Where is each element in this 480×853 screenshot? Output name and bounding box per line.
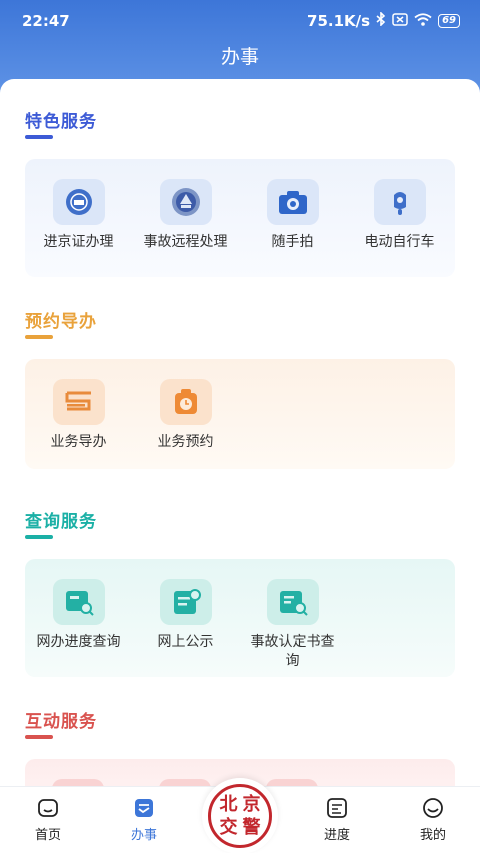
public-notice-icon: [159, 579, 212, 625]
appointment-card: 业务导办 业务预约: [25, 359, 455, 469]
home-icon: [37, 797, 59, 819]
nav-mine[interactable]: 我的: [398, 795, 468, 843]
interactive-section-title: 互动服务: [25, 712, 97, 732]
nav-mine-label: 我的: [419, 828, 446, 843]
seal-char: 警: [242, 816, 261, 838]
seal-emblem: 北 京 交 警: [208, 784, 272, 848]
wifi-icon: [414, 12, 432, 30]
status-time: 22:47: [22, 12, 70, 30]
page-title: 办事: [220, 46, 259, 68]
service-content: 特色服务 进京证办理 事故远程处理 随手拍 电动自行车 预约导办 业务导办 业务…: [0, 79, 480, 786]
service-item-label: 电动自行车: [364, 234, 435, 250]
service-item-public-notice[interactable]: 网上公示: [132, 579, 239, 652]
service-item-label: 业务导办: [50, 434, 107, 450]
bluetooth-icon: [376, 11, 386, 30]
appointment-section-title: 预约导办: [25, 312, 97, 332]
status-indicators: 75.1K/s 69: [307, 11, 460, 30]
service-item-label: 网办进度查询: [36, 634, 121, 650]
interactive-underline: [25, 735, 53, 739]
service-icon: [133, 797, 155, 819]
guide-icon: [52, 379, 105, 425]
service-item-label: 网上公示: [157, 634, 214, 650]
status-bar: 22:47 75.1K/s 69: [0, 0, 480, 42]
progress-search-icon: [52, 579, 105, 625]
query-section-title: 查询服务: [25, 512, 97, 532]
service-item-label: 随手拍: [271, 234, 314, 250]
service-item-snapshot[interactable]: 随手拍: [239, 179, 346, 252]
police-emblem-icon: [159, 179, 212, 225]
interactive-item-icon-partial[interactable]: [266, 779, 318, 786]
progress-icon: [326, 797, 348, 819]
seal-char: 北: [219, 793, 238, 815]
nav-home-label: 首页: [34, 828, 61, 843]
clock-box-icon: [159, 379, 212, 425]
featured-section-title: 特色服务: [25, 112, 97, 132]
service-item-label: 事故认定书查询: [250, 634, 335, 669]
query-underline: [25, 535, 53, 539]
service-item-label: 业务预约: [157, 434, 214, 450]
beijing-traffic-police-seal[interactable]: 北 京 交 警: [202, 778, 278, 853]
service-item-guide[interactable]: 业务导办: [25, 379, 132, 452]
badge-icon: [52, 179, 105, 225]
featured-card: 进京证办理 事故远程处理 随手拍 电动自行车: [25, 159, 455, 277]
interactive-item-icon-partial[interactable]: [52, 779, 104, 786]
interactive-item-icon-partial[interactable]: [159, 779, 211, 786]
featured-underline: [25, 135, 53, 139]
document-search-icon: [266, 579, 319, 625]
nav-home[interactable]: 首页: [13, 795, 83, 843]
battery-indicator: 69: [438, 14, 460, 28]
service-item-label: 进京证办理: [43, 234, 114, 250]
nav-progress[interactable]: 进度: [302, 795, 372, 843]
profile-icon: [422, 797, 444, 819]
service-item-progress-query[interactable]: 网办进度查询: [25, 579, 132, 652]
query-card: 网办进度查询 网上公示 事故认定书查询: [25, 559, 455, 677]
service-item-jinjingzheng[interactable]: 进京证办理: [25, 179, 132, 252]
camera-icon: [266, 179, 319, 225]
scooter-icon: [373, 179, 426, 225]
service-item-ebike[interactable]: 电动自行车: [346, 179, 453, 252]
nav-service[interactable]: 办事: [109, 795, 179, 843]
nav-progress-label: 进度: [323, 828, 350, 843]
service-item-accident-remote[interactable]: 事故远程处理: [132, 179, 239, 252]
seal-char: 交: [219, 816, 238, 838]
network-speed: 75.1K/s: [307, 12, 371, 30]
service-item-label: 事故远程处理: [143, 234, 228, 250]
nav-service-label: 办事: [130, 828, 157, 843]
seal-char: 京: [242, 793, 261, 815]
service-item-booking[interactable]: 业务预约: [132, 379, 239, 452]
service-item-accident-certificate[interactable]: 事故认定书查询: [239, 579, 346, 671]
appointment-underline: [25, 335, 53, 339]
sim-off-icon: [392, 12, 408, 30]
